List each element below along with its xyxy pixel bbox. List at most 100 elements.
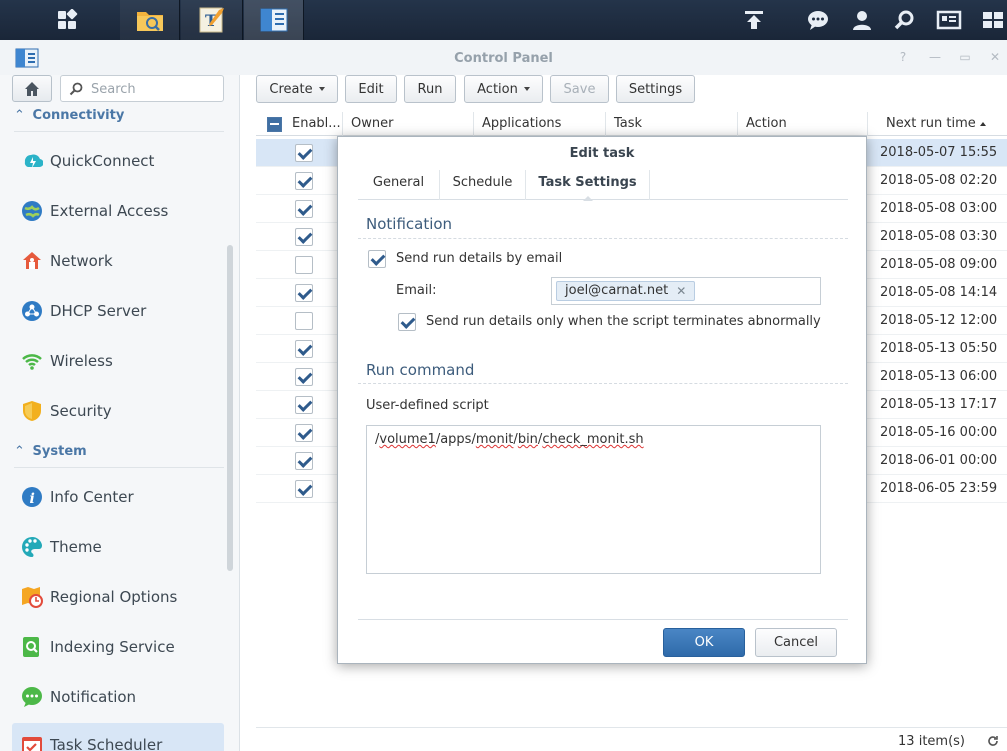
action-button[interactable]: Action: [464, 75, 543, 103]
column-header-task[interactable]: Task: [606, 112, 738, 136]
abnormal-only-checkbox[interactable]: [398, 313, 416, 331]
create-button[interactable]: Create: [256, 75, 338, 103]
sidebar-item-regional-options[interactable]: Regional Options: [12, 575, 224, 619]
dialog-title: Edit task: [569, 146, 635, 161]
sidebar-item-dhcp-server[interactable]: DHCP Server: [12, 289, 224, 333]
sidebar-item-quickconnect[interactable]: QuickConnect: [12, 139, 224, 183]
sidebar-item-label: Notification: [50, 688, 137, 706]
text-editor-taskbar-button[interactable]: T: [181, 0, 243, 40]
main-menu-icon: [58, 9, 78, 29]
email-label: Email:: [396, 283, 437, 298]
column-header-action[interactable]: Action: [738, 112, 868, 136]
indexing-service-icon: [20, 635, 44, 659]
run-button[interactable]: Run: [404, 75, 456, 103]
tab-task-settings[interactable]: Task Settings: [526, 170, 650, 201]
search-icon: [894, 10, 914, 30]
search-input[interactable]: [91, 80, 216, 98]
refresh-icon[interactable]: [987, 735, 999, 747]
enabled-checkbox[interactable]: [295, 452, 313, 470]
control-panel-taskbar-button[interactable]: [244, 0, 304, 40]
next-run-time: 2018-05-08 09:00: [880, 257, 998, 272]
column-header-owner[interactable]: Owner: [343, 112, 474, 136]
enabled-checkbox[interactable]: [295, 368, 313, 386]
enabled-checkbox[interactable]: [295, 284, 313, 302]
search-field[interactable]: [60, 75, 224, 102]
chevron-down-icon: [318, 87, 325, 91]
enabled-checkbox[interactable]: [295, 396, 313, 414]
edit-task-dialog: Edit task General Schedule Task Settings…: [337, 136, 867, 664]
column-header-enabled[interactable]: Enabl...: [256, 112, 343, 136]
file-station-taskbar-button[interactable]: [120, 0, 180, 40]
sidebar-scrollbar[interactable]: [227, 245, 233, 571]
enabled-checkbox[interactable]: [295, 340, 313, 358]
sidebar-item-label: Indexing Service: [50, 638, 175, 656]
sidebar-item-theme[interactable]: Theme: [12, 525, 224, 569]
shield-icon: [20, 399, 44, 423]
search-button[interactable]: [884, 0, 924, 40]
tab-general[interactable]: General: [358, 170, 440, 200]
select-all-checkbox[interactable]: [267, 117, 282, 132]
sidebar-item-wireless[interactable]: Wireless: [12, 339, 224, 383]
sidebar-item-label: Regional Options: [50, 588, 178, 606]
next-run-time: 2018-05-13 17:17: [880, 397, 998, 412]
column-header-next-run-time[interactable]: Next run time: [868, 112, 1007, 136]
main-menu-button[interactable]: [40, 0, 94, 40]
section-header-connectivity[interactable]: ⌃ Connectivity: [14, 108, 224, 132]
settings-button[interactable]: Settings: [616, 75, 695, 103]
sidebar-item-network[interactable]: Network: [12, 239, 224, 283]
sidebar: ⌃ Connectivity QuickConnect External Acc…: [0, 75, 240, 751]
taskbar: T: [0, 0, 1007, 40]
user-icon: [853, 11, 871, 30]
enabled-checkbox[interactable]: [295, 424, 313, 442]
run-command-group-title: Run command: [366, 361, 475, 379]
control-panel-icon: [260, 8, 287, 32]
enabled-checkbox[interactable]: [295, 256, 313, 274]
minimize-button[interactable]: —: [927, 49, 943, 65]
enabled-checkbox[interactable]: [295, 480, 313, 498]
home-icon: [25, 81, 39, 96]
save-button[interactable]: Save: [550, 75, 609, 103]
pilot-view-button[interactable]: [978, 0, 1007, 40]
column-header-applications[interactable]: Applications: [474, 112, 606, 136]
remove-tag-icon[interactable]: ✕: [676, 282, 686, 300]
widgets-button[interactable]: [928, 0, 970, 40]
chevron-down-icon: [523, 87, 530, 91]
send-email-checkbox[interactable]: [368, 250, 386, 268]
enabled-checkbox[interactable]: [295, 200, 313, 218]
sidebar-item-label: Task Scheduler: [50, 736, 163, 751]
enabled-checkbox[interactable]: [295, 144, 313, 162]
email-field[interactable]: joel@carnat.net ✕: [551, 277, 821, 305]
section-label: System: [32, 444, 87, 459]
maximize-button[interactable]: ▭: [957, 49, 973, 65]
edit-button[interactable]: Edit: [345, 75, 397, 103]
sidebar-item-task-scheduler[interactable]: Task Scheduler: [12, 723, 224, 751]
next-run-time: 2018-05-07 15:55: [880, 145, 998, 160]
sidebar-item-security[interactable]: Security: [12, 389, 224, 433]
help-button[interactable]: ?: [895, 49, 911, 65]
section-header-system[interactable]: ⌃ System: [14, 444, 224, 468]
search-icon: [69, 82, 83, 96]
script-textarea[interactable]: /volume1/apps/monit/bin/check_monit.sh: [366, 425, 821, 574]
close-button[interactable]: ✕: [987, 49, 1003, 65]
sidebar-item-notification[interactable]: Notification: [12, 675, 224, 719]
enabled-checkbox[interactable]: [295, 172, 313, 190]
tab-schedule[interactable]: Schedule: [440, 170, 526, 200]
enabled-checkbox[interactable]: [295, 228, 313, 246]
sort-ascending-icon: [979, 121, 986, 126]
cancel-button[interactable]: Cancel: [755, 628, 837, 657]
user-button[interactable]: [842, 0, 882, 40]
divider: [358, 238, 848, 239]
sidebar-item-label: Wireless: [50, 352, 113, 370]
upload-button[interactable]: [734, 0, 774, 40]
dialog-tabs: General Schedule Task Settings: [358, 170, 848, 201]
enabled-checkbox[interactable]: [295, 312, 313, 330]
sidebar-item-info-center[interactable]: i Info Center: [12, 475, 224, 519]
ok-button[interactable]: OK: [663, 628, 745, 657]
sidebar-item-label: Network: [50, 252, 113, 270]
chat-button[interactable]: [798, 0, 838, 40]
send-email-label: Send run details by email: [396, 251, 563, 266]
theme-icon: [20, 535, 44, 559]
sidebar-item-external-access[interactable]: External Access: [12, 189, 224, 233]
home-button[interactable]: [12, 75, 52, 102]
sidebar-item-indexing-service[interactable]: Indexing Service: [12, 625, 224, 669]
